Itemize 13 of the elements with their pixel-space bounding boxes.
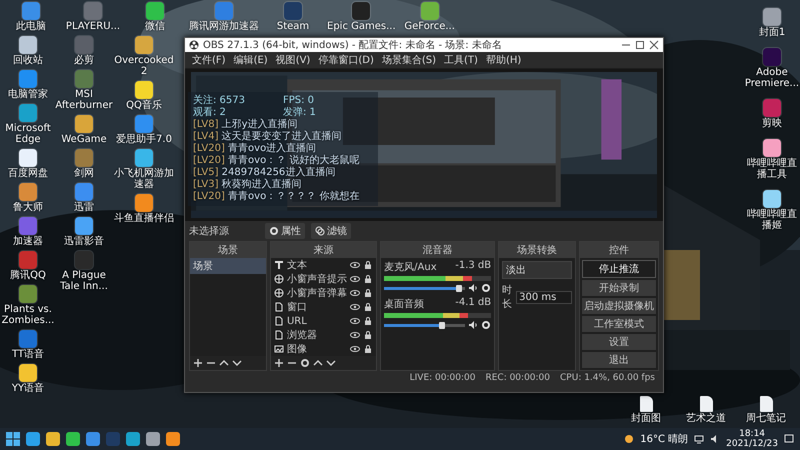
taskbar-app-icon[interactable]: [166, 432, 180, 446]
taskbar-app-icon[interactable]: [26, 432, 40, 446]
taskbar-app-icon[interactable]: [86, 432, 100, 446]
weather-text: 16°C 晴朗: [640, 432, 688, 446]
taskbar-app-icon[interactable]: [126, 432, 140, 446]
weather-icon: [624, 434, 634, 444]
taskbar-app-icon[interactable]: [46, 432, 60, 446]
notification-icon: [784, 434, 794, 444]
taskbar-app-icon[interactable]: [146, 432, 160, 446]
start-icon: [6, 432, 20, 446]
clock[interactable]: 18:14 2021/12/23: [726, 429, 778, 449]
network-icon: [694, 434, 704, 444]
taskbar-app-icon[interactable]: [66, 432, 80, 446]
